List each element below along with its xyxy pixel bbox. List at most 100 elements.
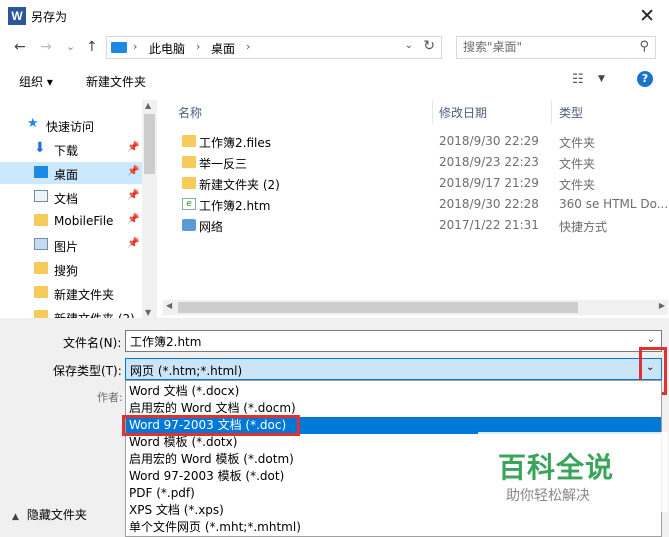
word-app-icon: W xyxy=(8,7,26,25)
breadcrumb-separator: › xyxy=(246,40,251,53)
filename-input[interactable] xyxy=(130,334,630,348)
file-date: 2018/9/30 22:28 xyxy=(439,197,539,211)
help-icon[interactable]: ? xyxy=(637,71,653,87)
scroll-left-icon[interactable]: ◀ xyxy=(166,301,172,310)
folder-icon xyxy=(34,262,48,274)
nav-item-label: 文档 xyxy=(54,192,79,206)
dialog-title: 另存为 xyxy=(31,10,68,24)
nav-item-label: 新建文件夹 xyxy=(54,288,115,302)
file-date: 2018/9/30 22:29 xyxy=(439,134,539,148)
download-icon: ⬇ xyxy=(34,140,46,156)
filetype-option[interactable]: Word 文档 (*.docx) xyxy=(126,383,661,400)
pin-icon[interactable]: 📌 xyxy=(127,214,139,225)
recent-locations-icon[interactable]: ⌄ xyxy=(66,37,75,57)
file-name: 工作簿2.htm xyxy=(199,199,271,213)
nav-item-new-folder-2[interactable]: 新建文件夹 (2) xyxy=(0,306,142,318)
file-row[interactable]: 网络 2017/1/22 21:31 快捷方式 xyxy=(174,215,669,236)
filetype-select[interactable]: 网页 (*.htm;*.html) xyxy=(125,358,640,380)
folder-icon xyxy=(34,310,48,318)
file-type: 文件夹 xyxy=(559,157,596,171)
breadcrumb-separator: › xyxy=(133,40,138,53)
column-header-type[interactable]: 类型 xyxy=(559,104,583,121)
file-type: 文件夹 xyxy=(559,178,596,192)
column-header-name[interactable]: 名称 xyxy=(178,104,202,121)
column-divider[interactable] xyxy=(432,100,433,124)
document-icon xyxy=(34,190,48,202)
watermark: 百科全说 助你轻松解决 xyxy=(478,432,668,512)
organize-button[interactable]: 组织 ▾ xyxy=(19,73,53,90)
scroll-down-icon[interactable]: ▼ xyxy=(145,308,151,317)
file-type: 360 se HTML Do... xyxy=(559,197,669,211)
view-dropdown-icon[interactable]: ▼ xyxy=(598,74,605,84)
nav-item-sogou[interactable]: 搜狗 xyxy=(0,258,142,280)
nav-item-quick-access[interactable]: ★ 快速访问 xyxy=(0,114,142,136)
star-icon: ★ xyxy=(27,116,39,131)
up-folder-icon[interactable]: ↑ xyxy=(86,37,98,57)
file-type: 快捷方式 xyxy=(559,220,608,234)
file-row[interactable]: e 工作簿2.htm 2018/9/30 22:28 360 se HTML D… xyxy=(174,194,669,215)
file-row[interactable]: 举一反三 2018/9/23 22:23 文件夹 xyxy=(174,152,669,173)
html-file-icon: e xyxy=(182,198,196,210)
folder-icon xyxy=(182,177,196,189)
chevron-down-icon[interactable]: ⌄ xyxy=(647,334,655,345)
file-name: 工作簿2.files xyxy=(199,136,271,150)
computer-icon xyxy=(111,42,127,53)
file-name: 新建文件夹 (2) xyxy=(199,178,280,192)
column-divider[interactable] xyxy=(551,100,552,124)
scrollbar-thumb[interactable] xyxy=(144,114,155,174)
nav-item-pictures[interactable]: 图片 📌 xyxy=(0,234,142,256)
filetype-option[interactable]: 单个文件网页 (*.mht;*.mhtml) xyxy=(126,519,661,536)
pin-icon[interactable]: 📌 xyxy=(127,166,139,177)
back-arrow-icon[interactable]: ← xyxy=(14,37,26,57)
refresh-icon[interactable]: ↻ xyxy=(423,38,435,54)
nav-scrollbar[interactable]: ▲ ▼ xyxy=(142,100,157,318)
file-name: 网络 xyxy=(199,220,224,234)
search-input[interactable] xyxy=(463,40,628,54)
file-row[interactable]: 新建文件夹 (2) 2018/9/17 21:29 文件夹 xyxy=(174,173,669,194)
title-bar: W 另存为 ✕ xyxy=(0,0,669,32)
author-label: 作者: xyxy=(97,391,123,404)
folder-icon xyxy=(34,214,48,226)
nav-item-label: MobileFile xyxy=(54,214,114,228)
close-icon[interactable]: ✕ xyxy=(639,4,655,28)
new-folder-button[interactable]: 新建文件夹 xyxy=(86,73,146,90)
nav-item-mobilefile[interactable]: MobileFile 📌 xyxy=(0,210,142,232)
filename-label: 文件名(N): xyxy=(63,336,122,350)
nav-item-new-folder[interactable]: 新建文件夹 xyxy=(0,282,142,304)
breadcrumb-separator: › xyxy=(196,40,201,53)
search-box[interactable]: ⚲ xyxy=(456,36,656,59)
file-type: 文件夹 xyxy=(559,136,596,150)
pin-icon[interactable]: 📌 xyxy=(127,190,139,201)
breadcrumb-this-pc[interactable]: 此电脑 xyxy=(149,40,185,57)
pin-icon[interactable]: 📌 xyxy=(127,142,139,153)
view-options-icon[interactable]: ☷ xyxy=(572,72,584,87)
forward-arrow-icon[interactable]: → xyxy=(40,37,52,57)
nav-item-desktop[interactable]: 桌面 📌 xyxy=(0,162,142,184)
nav-item-label: 桌面 xyxy=(54,168,79,182)
hide-folders-button[interactable]: ▲ 隐藏文件夹 xyxy=(12,506,87,523)
breadcrumb-desktop[interactable]: 桌面 xyxy=(211,40,235,57)
filetype-selected-value: 网页 (*.htm;*.html) xyxy=(130,364,243,378)
watermark-subtitle: 助你轻松解决 xyxy=(506,488,590,504)
file-date: 2018/9/17 21:29 xyxy=(439,176,539,190)
nav-item-documents[interactable]: 文档 📌 xyxy=(0,186,142,208)
scroll-right-icon[interactable]: ▶ xyxy=(659,301,665,310)
caret-up-icon: ▲ xyxy=(12,512,19,522)
file-date: 2018/9/23 22:23 xyxy=(439,155,539,169)
watermark-title: 百科全说 xyxy=(498,451,615,484)
folder-icon xyxy=(182,156,196,168)
nav-item-downloads[interactable]: ⬇ 下载 📌 xyxy=(0,138,142,160)
filename-field[interactable]: ⌄ xyxy=(125,330,662,352)
address-row: ← → ⌄ ↑ › 此电脑 › 桌面 › ⌄ ↻ ⚲ xyxy=(0,32,669,62)
scrollbar-thumb[interactable] xyxy=(178,302,578,313)
search-icon[interactable]: ⚲ xyxy=(639,39,649,54)
scroll-up-icon[interactable]: ▲ xyxy=(145,101,151,110)
column-header-date[interactable]: 修改日期 xyxy=(439,104,487,121)
address-dropdown-icon[interactable]: ⌄ xyxy=(405,40,413,51)
filetype-label: 保存类型(T): xyxy=(53,364,122,378)
address-bar[interactable]: › 此电脑 › 桌面 › ⌄ ↻ xyxy=(106,36,442,59)
horizontal-scrollbar[interactable]: ◀ ▶ xyxy=(163,300,668,315)
nav-item-label: 快速访问 xyxy=(46,120,95,134)
file-row[interactable]: 工作簿2.files 2018/9/30 22:29 文件夹 xyxy=(174,131,669,152)
pin-icon[interactable]: 📌 xyxy=(127,238,139,249)
